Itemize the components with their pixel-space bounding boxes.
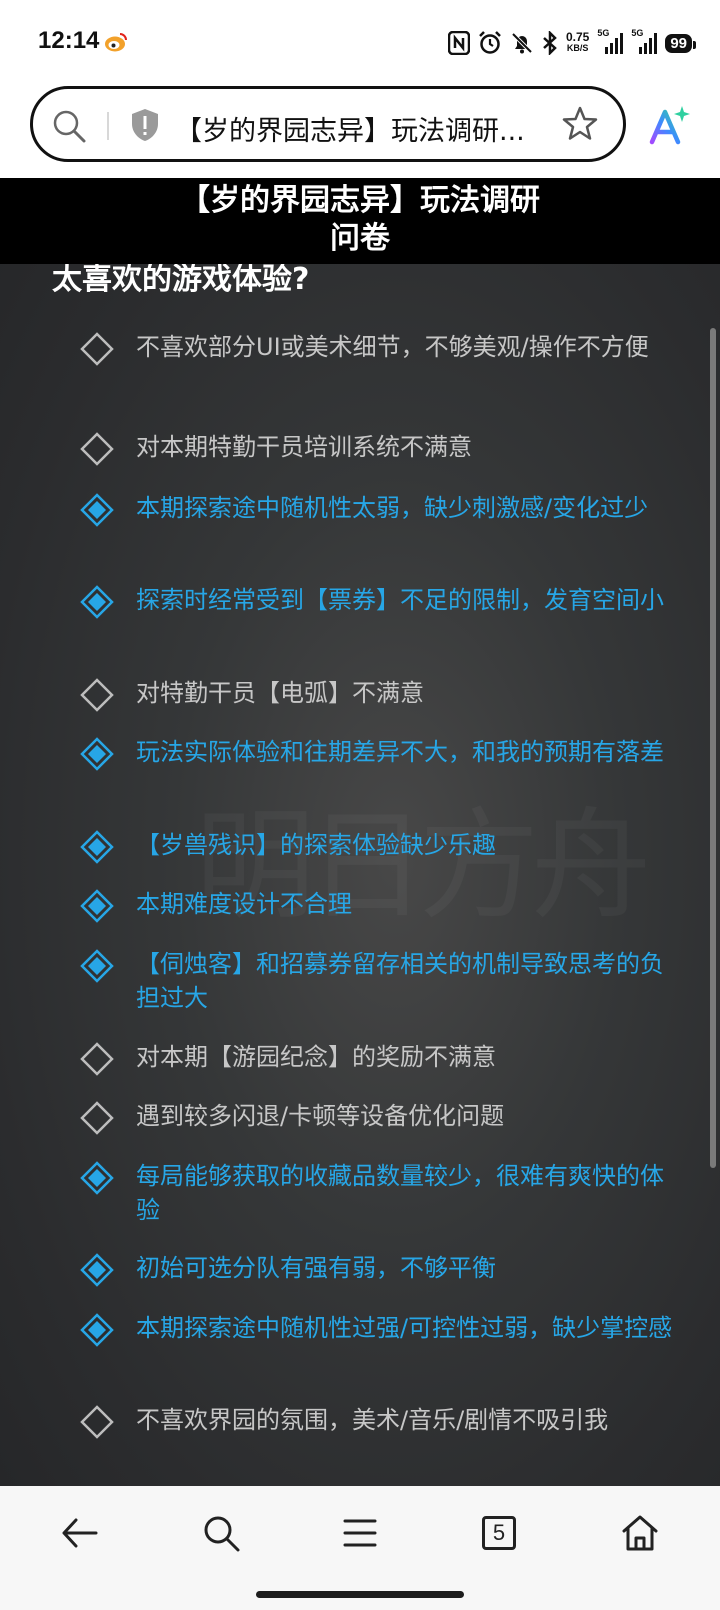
- option-label: 不喜欢部分UI或美术细节，不够美观/操作不方便: [136, 333, 649, 361]
- tabs-button[interactable]: 5: [474, 1508, 524, 1558]
- back-button[interactable]: [55, 1508, 105, 1558]
- search-icon: [204, 1516, 240, 1552]
- mute-bell-icon: [511, 32, 533, 54]
- option-label: 【伺烛客】和招募券留存相关的机制导致思考的负担过大: [136, 950, 664, 1012]
- home-indicator[interactable]: [256, 1591, 464, 1598]
- option-label: 玩法实际体验和往期差异不大，和我的预期有落差: [136, 738, 664, 766]
- divider: [107, 112, 109, 140]
- option-label: 不喜欢界园的氛围，美术/音乐/剧情不吸引我: [136, 1406, 609, 1434]
- option-label: 对特勤干员【电弧】不满意: [136, 679, 424, 707]
- checked-diamond-icon[interactable]: [80, 493, 114, 527]
- checked-diamond-icon[interactable]: [80, 1161, 114, 1195]
- menu-icon: [343, 1519, 377, 1547]
- checked-diamond-icon[interactable]: [80, 585, 114, 619]
- option-label: 本期探索途中随机性过强/可控性过弱，缺少掌控感: [136, 1314, 673, 1342]
- signal-strength-1: 5G: [597, 28, 624, 55]
- status-time: 12:14: [38, 27, 100, 54]
- option-label: 每局能够获取的收藏品数量较少，很难有爽快的体验: [136, 1162, 664, 1224]
- search-button[interactable]: [196, 1508, 246, 1558]
- search-icon[interactable]: [51, 108, 87, 144]
- unchecked-diamond-icon[interactable]: [80, 1101, 114, 1135]
- checked-diamond-icon[interactable]: [80, 1253, 114, 1287]
- option-label: 对本期【游园纪念】的奖励不满意: [136, 1043, 496, 1071]
- unchecked-diamond-icon[interactable]: [80, 678, 114, 712]
- network-speed: 0.75 KB/S: [565, 30, 590, 53]
- back-arrow-icon: [62, 1518, 98, 1548]
- unchecked-diamond-icon[interactable]: [80, 432, 114, 466]
- nfc-icon: [447, 31, 470, 55]
- option-label: 对本期特勤干员培训系统不满意: [136, 433, 472, 461]
- checked-diamond-icon[interactable]: [80, 1313, 114, 1347]
- option-label: 本期探索途中随机性太弱，缺少刺激感/变化过少: [136, 494, 649, 522]
- alarm-icon: [479, 31, 501, 54]
- survey-content[interactable]: 明日方舟 太喜欢的游戏体验? 不喜欢部分UI或美术细节，不够美观/操作不方便对本…: [0, 178, 720, 1486]
- weibo-icon: [105, 33, 127, 52]
- bluetooth-icon: [543, 31, 557, 55]
- menu-button[interactable]: [335, 1508, 385, 1558]
- tabs-count: 5: [492, 1520, 506, 1545]
- ai-assistant-icon[interactable]: [648, 104, 690, 146]
- unchecked-diamond-icon[interactable]: [80, 1042, 114, 1076]
- checked-diamond-icon[interactable]: [80, 949, 114, 983]
- signal-strength-2: 5G: [631, 28, 658, 55]
- page-url-title[interactable]: 【岁的界园志异】玩法调研...: [175, 109, 555, 148]
- address-bar[interactable]: 【岁的界园志异】玩法调研...: [30, 86, 626, 162]
- status-bar: 12:14 0.75 KB/S 5G 5G 99: [0, 0, 720, 84]
- checked-diamond-icon[interactable]: [80, 889, 114, 923]
- battery-indicator: 99: [665, 33, 696, 53]
- unchecked-diamond-icon[interactable]: [80, 332, 114, 366]
- option-label: 初始可选分队有强有弱，不够平衡: [136, 1254, 496, 1282]
- option-label: 【岁兽残识】的探索体验缺少乐趣: [136, 831, 496, 859]
- bookmark-star-icon[interactable]: [561, 105, 599, 143]
- scrollbar[interactable]: [710, 328, 716, 1168]
- checked-diamond-icon[interactable]: [80, 737, 114, 771]
- home-button[interactable]: [615, 1508, 665, 1558]
- option-label: 本期难度设计不合理: [136, 890, 352, 918]
- unchecked-diamond-icon[interactable]: [80, 1405, 114, 1439]
- home-icon: [622, 1515, 658, 1551]
- checked-diamond-icon[interactable]: [80, 830, 114, 864]
- option-label: 遇到较多闪退/卡顿等设备优化问题: [136, 1102, 505, 1130]
- page-title: 【岁的界园志异】玩法调研问卷: [0, 178, 720, 264]
- security-shield-icon[interactable]: [129, 107, 161, 143]
- option-label: 探索时经常受到【票券】不足的限制，发育空间小: [136, 586, 664, 614]
